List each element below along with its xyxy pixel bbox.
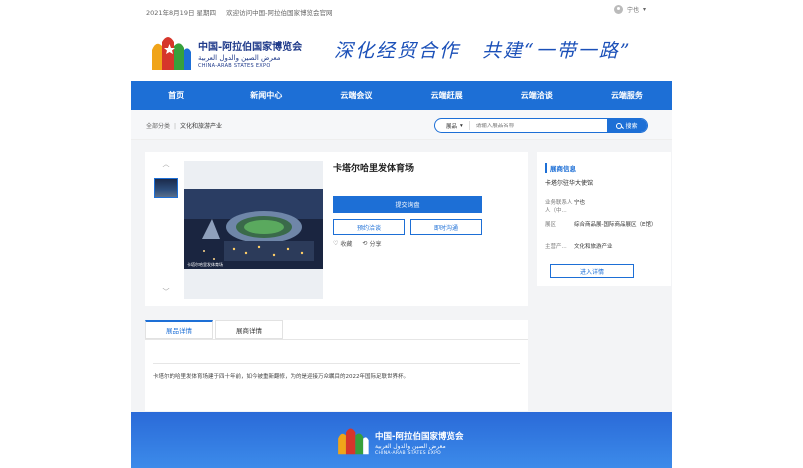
search-icon (616, 122, 623, 129)
footer-logo-icon (338, 428, 369, 455)
breadcrumb-root[interactable]: 全部分类 (146, 123, 170, 130)
breadcrumb: 全部分类 | 文化和旅游产业 (146, 121, 222, 130)
exhibitor-row-contact: 业务联系人人（中... 宁也 (545, 198, 659, 214)
stadium-image (184, 189, 323, 269)
favorite-label: 收藏 (340, 241, 353, 248)
user-avatar-icon (614, 5, 623, 14)
exhibitor-name[interactable]: 卡塔尔驻华大使馆 (545, 178, 593, 187)
product-thumbnail[interactable] (154, 178, 178, 198)
slogan-part-2: 共建“一带一路” (482, 40, 632, 62)
book-negotiation-button[interactable]: 预约洽谈 (333, 219, 405, 235)
image-caption: 卡塔尔哈里发体育场 (187, 262, 223, 267)
logo-title-cn: 中国-阿拉伯国家博览会 (198, 42, 303, 53)
breadcrumb-current[interactable]: 文化和旅游产业 (180, 123, 222, 130)
search-input[interactable] (469, 122, 607, 129)
top-bar: 2021年8月19日 星期四 欢迎访问中国-阿拉伯国家博览会官网 宁也 ▾ (0, 0, 803, 22)
exhibitor-row-key: 业务联系人人（中... (545, 198, 574, 214)
chevron-up-icon[interactable]: ︿ (158, 159, 174, 169)
enter-details-button[interactable]: 进入详情 (550, 264, 634, 278)
exhibitor-row-zone: 展区 综合商品展-国际商品展区（E馆） (545, 220, 659, 228)
chevron-down-icon: ▾ (643, 6, 647, 13)
exhibitor-row-key: 展区 (545, 222, 557, 228)
footer-logo-text: 中国-阿拉伯国家博览会 معرض الصين والدول العربية CH… (375, 430, 464, 456)
main-nav: 首页 新闻中心 云端会议 云端赶展 云端洽谈 云端服务 (131, 81, 672, 110)
exhibitor-row-industry: 主营产... 文化和旅游产业 (545, 242, 659, 250)
nav-cloud-negotiation[interactable]: 云端洽谈 (492, 81, 582, 110)
chevron-down-icon: ▾ (460, 122, 463, 129)
contact-key: 业务联系人 (545, 200, 573, 206)
contact-key-cont: 人（中... (545, 208, 567, 214)
search-button[interactable]: 搜索 (607, 119, 647, 132)
top-bar-info: 2021年8月19日 星期四 欢迎访问中国-阿拉伯国家博览会官网 (146, 7, 340, 17)
footer-logo-cn: 中国-阿拉伯国家博览会 (375, 432, 464, 442)
favorite-action[interactable]: ♡ 收藏 (333, 239, 352, 248)
search-button-label: 搜索 (625, 123, 638, 130)
expo-logo-icon[interactable] (148, 34, 194, 72)
logo-title-ar: معرض الصين والدول العربية (198, 54, 281, 62)
share-action[interactable]: ⟲ 分享 (362, 239, 381, 248)
share-icon: ⟲ (362, 240, 368, 247)
footer-logo-en: CHINA-ARAB STATES EXPO (375, 451, 441, 456)
logo-text: 中国-阿拉伯国家博览会 معرض الصين والدول العربية CH… (198, 38, 302, 69)
submit-inquiry-button[interactable]: 提交询盘 (333, 196, 482, 213)
nav-cloud-exhibition[interactable]: 云端赶展 (402, 81, 492, 110)
exhibitor-industry-value: 文化和旅游产业 (574, 244, 613, 250)
exhibitor-zone-value: 综合商品展-国际商品展区（E馆） (574, 222, 657, 228)
instant-chat-button[interactable]: 即时沟通 (410, 219, 482, 235)
tab-product-details[interactable]: 展品详情 (145, 320, 213, 339)
tab-divider (145, 339, 528, 340)
share-label: 分享 (369, 241, 382, 248)
slogan-part-1: 深化经贸合作 (334, 40, 461, 62)
chevron-down-icon[interactable]: ﹀ (158, 287, 174, 297)
welcome-text: 欢迎访问中国-阿拉伯国家博览会官网 (226, 9, 333, 17)
nav-news[interactable]: 新闻中心 (221, 81, 311, 110)
breadcrumb-separator: | (174, 123, 177, 130)
exhibitor-row-key: 主营产... (545, 244, 567, 250)
detail-tabs: 展品详情 展商详情 (145, 320, 285, 339)
logo-title-en: CHINA-ARAB STATES EXPO (198, 63, 271, 69)
username: 宁也 (627, 7, 640, 14)
current-date: 2021年8月19日 星期四 (146, 9, 217, 17)
user-menu[interactable]: 宁也 ▾ (614, 5, 646, 14)
tab-exhibitor-details[interactable]: 展商详情 (215, 320, 283, 339)
product-description: 卡塔尔的哈里发体育场建于四十年前，如今被重新翻修，为的是迎接万众瞩目的2022年… (153, 374, 410, 380)
content-divider (153, 363, 520, 364)
product-actions: ♡ 收藏 ⟲ 分享 (333, 239, 381, 248)
search-box: 展品 ▾ 搜索 (434, 118, 648, 133)
product-title: 卡塔尔哈里发体育场 (333, 164, 415, 174)
exhibitor-contact-value: 宁也 (574, 200, 586, 206)
nav-cloud-service[interactable]: 云端服务 (582, 81, 672, 110)
heart-icon: ♡ (333, 240, 339, 247)
exhibitor-section-title: 展商信息 (545, 163, 576, 173)
search-category-select[interactable]: 展品 ▾ (435, 121, 470, 130)
footer-logo-ar: معرض الصين والدول العربية (375, 443, 446, 450)
nav-cloud-meeting[interactable]: 云端会议 (311, 81, 401, 110)
breadcrumb-bar: 全部分类 |文化和旅游产业 展品 ▾ 搜索 (131, 110, 672, 140)
product-main-image: 卡塔尔哈里发体育场 (184, 161, 323, 299)
search-category-label: 展品 (446, 123, 458, 130)
slogan: 深化经贸合作 共建“一带一路” (334, 36, 653, 63)
nav-home[interactable]: 首页 (131, 81, 221, 110)
site-header: 中国-阿拉伯国家博览会 معرض الصين والدول العربية CH… (0, 22, 803, 80)
